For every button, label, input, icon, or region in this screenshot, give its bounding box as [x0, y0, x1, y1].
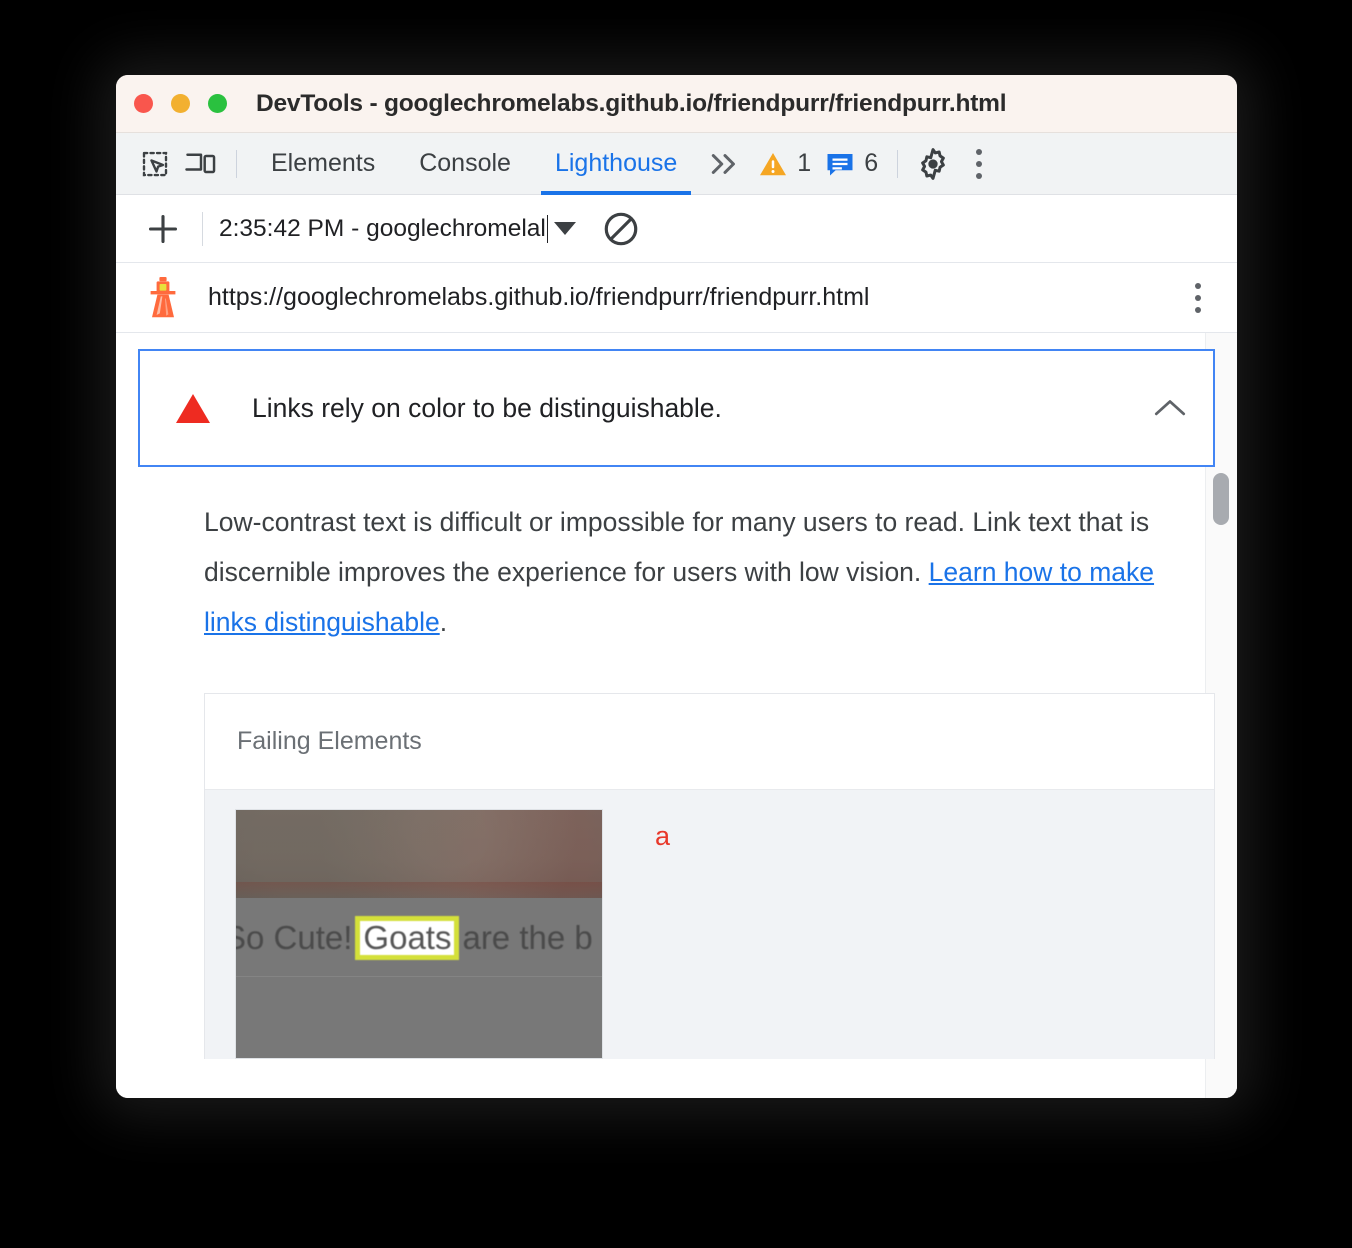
report-selector[interactable]: 2:35:42 PM - googlechromelal: [219, 214, 576, 243]
tab-elements[interactable]: Elements: [249, 133, 397, 195]
report-content: Links rely on color to be distinguishabl…: [116, 333, 1237, 1098]
chevron-double-right-icon[interactable]: [699, 141, 751, 187]
messages-count: 6: [864, 149, 879, 177]
chevron-up-icon[interactable]: [1153, 391, 1187, 425]
window-titlebar: DevTools - googlechromelabs.github.io/fr…: [116, 75, 1237, 133]
chevron-down-icon: [553, 222, 576, 235]
fail-triangle-icon: [176, 393, 210, 423]
lighthouse-toolbar: 2:35:42 PM - googlechromelal: [116, 195, 1237, 263]
failing-elements-table: Failing Elements So Cute! Goats are the …: [204, 693, 1215, 1059]
lighthouse-icon: [140, 275, 186, 321]
minimize-button[interactable]: [171, 94, 190, 113]
table-row: So Cute! Goats are the b a: [205, 790, 1214, 1059]
clear-report-button[interactable]: [598, 206, 644, 252]
toolbar-divider: [202, 211, 203, 246]
audited-url[interactable]: https://googlechromelabs.github.io/frien…: [208, 283, 1181, 312]
devtools-tabbar: Elements Console Lighthouse 1 6: [116, 133, 1237, 195]
audit-title: Links rely on color to be distinguishabl…: [252, 392, 722, 423]
audit-description: Low-contrast text is difficult or imposs…: [204, 497, 1164, 647]
element-highlight-box: Goats: [355, 915, 460, 961]
report-menu-icon[interactable]: [1181, 277, 1215, 319]
warnings-counter[interactable]: 1: [751, 149, 818, 178]
inspect-element-icon[interactable]: [132, 141, 178, 187]
devtools-window: DevTools - googlechromelabs.github.io/fr…: [116, 75, 1237, 1098]
messages-counter[interactable]: 6: [818, 149, 885, 178]
close-button[interactable]: [134, 94, 153, 113]
devtools-menu-icon[interactable]: [962, 143, 996, 185]
device-toolbar-icon[interactable]: [178, 141, 224, 187]
message-bubble-icon: [825, 151, 855, 177]
report-selector-value: 2:35:42 PM - googlechromelal: [219, 214, 548, 243]
lighthouse-report-body: Links rely on color to be distinguishabl…: [116, 333, 1237, 1098]
new-report-icon[interactable]: [140, 206, 186, 252]
audit-header[interactable]: Links rely on color to be distinguishabl…: [138, 349, 1215, 467]
warning-triangle-icon: [758, 150, 788, 178]
screenshot-text-before: So Cute!: [235, 919, 353, 956]
audit-description-suffix: .: [439, 607, 448, 637]
traffic-lights: [134, 94, 227, 113]
tab-console[interactable]: Console: [397, 133, 533, 195]
tabbar-divider-2: [897, 149, 899, 178]
gear-icon[interactable]: [910, 141, 956, 187]
clear-circle-slash-icon: [602, 210, 640, 248]
screenshot-text-after: are the b: [462, 919, 593, 956]
tab-lighthouse[interactable]: Lighthouse: [533, 133, 699, 195]
audited-url-row: https://googlechromelabs.github.io/frien…: [116, 263, 1237, 333]
zoom-button[interactable]: [208, 94, 227, 113]
element-screenshot-photo: [236, 810, 602, 898]
window-title: DevTools - googlechromelabs.github.io/fr…: [256, 89, 1007, 117]
tabbar-divider: [236, 149, 237, 178]
element-screenshot[interactable]: So Cute! Goats are the b: [235, 809, 603, 1059]
warnings-count: 1: [797, 149, 812, 177]
element-screenshot-divider: [236, 976, 602, 977]
failing-elements-header: Failing Elements: [205, 694, 1214, 790]
element-screenshot-text: So Cute! Goats are the b: [236, 910, 602, 966]
element-snippet[interactable]: a: [655, 821, 670, 852]
